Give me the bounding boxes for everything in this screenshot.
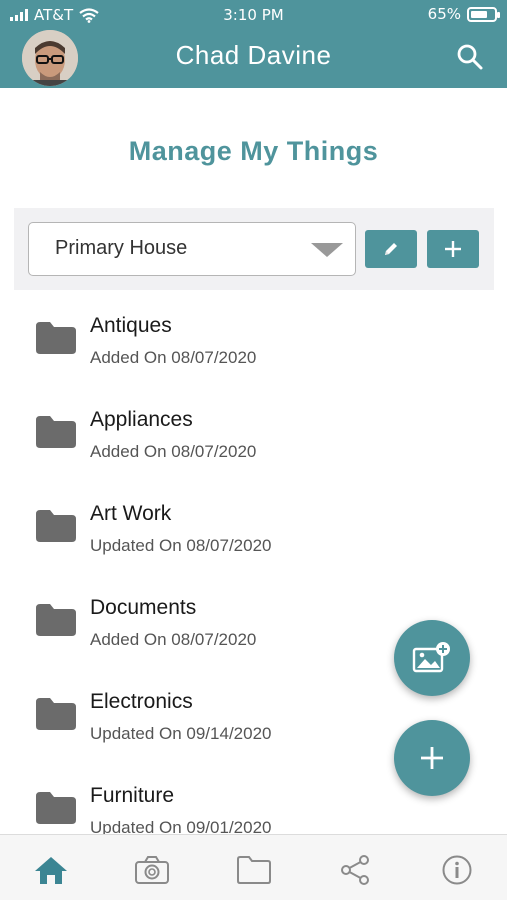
plus-icon xyxy=(421,747,443,769)
search-icon xyxy=(457,44,483,70)
home-icon xyxy=(35,857,67,884)
list-item[interactable]: Art Work Updated On 08/07/2020 xyxy=(0,494,507,588)
item-name: Antiques xyxy=(90,314,172,337)
nav-folder[interactable] xyxy=(234,853,274,887)
camera-icon xyxy=(135,856,169,884)
bottom-navigation xyxy=(0,834,507,900)
folder-icon xyxy=(36,510,76,542)
item-name: Electronics xyxy=(90,690,193,713)
item-date: Added On 08/07/2020 xyxy=(90,348,257,367)
share-icon xyxy=(341,855,369,885)
location-dropdown-value: Primary House xyxy=(55,237,188,259)
battery-icon xyxy=(467,6,500,22)
edit-location-button[interactable] xyxy=(365,230,417,268)
location-selector-bar: Primary House xyxy=(14,208,494,290)
status-bar: AT&T 3:10 PM 65% xyxy=(0,0,507,30)
item-date: Updated On 09/14/2020 xyxy=(90,724,272,743)
item-date: Added On 08/07/2020 xyxy=(90,630,257,649)
add-item-button[interactable] xyxy=(394,720,470,796)
header-title: Chad Davine xyxy=(175,40,332,70)
item-name: Documents xyxy=(90,596,197,619)
list-item[interactable]: Appliances Added On 08/07/2020 xyxy=(0,400,507,494)
top-app-bar: AT&T 3:10 PM 65% Chad Davine xyxy=(0,0,507,88)
info-icon xyxy=(442,855,472,885)
list-item[interactable]: Antiques Added On 08/07/2020 xyxy=(0,306,507,400)
folder-icon xyxy=(36,604,76,636)
nav-info[interactable] xyxy=(437,853,477,887)
item-date: Updated On 09/01/2020 xyxy=(90,818,272,834)
search-button[interactable] xyxy=(455,42,485,72)
battery-percent: 65% xyxy=(427,5,461,23)
folder-icon xyxy=(36,416,76,448)
add-location-button[interactable] xyxy=(427,230,479,268)
status-right: 65% xyxy=(427,5,500,23)
add-photo-icon xyxy=(412,642,450,673)
item-date: Added On 08/07/2020 xyxy=(90,442,257,461)
nav-home[interactable] xyxy=(31,853,71,887)
folder-icon xyxy=(36,698,76,730)
page-title: Manage My Things xyxy=(128,136,379,166)
item-name: Appliances xyxy=(90,408,193,431)
item-name: Furniture xyxy=(90,784,175,807)
nav-share[interactable] xyxy=(335,853,375,887)
add-photo-button[interactable] xyxy=(394,620,470,696)
chevron-down-icon xyxy=(311,243,343,257)
nav-camera[interactable] xyxy=(132,853,172,887)
folder-icon xyxy=(36,322,76,354)
folder-icon xyxy=(237,856,271,884)
item-date: Updated On 08/07/2020 xyxy=(90,536,272,555)
item-name: Art Work xyxy=(90,502,172,525)
plus-icon xyxy=(445,241,461,257)
folder-icon xyxy=(36,792,76,824)
location-dropdown[interactable]: Primary House xyxy=(28,222,356,276)
pencil-icon xyxy=(385,243,397,255)
